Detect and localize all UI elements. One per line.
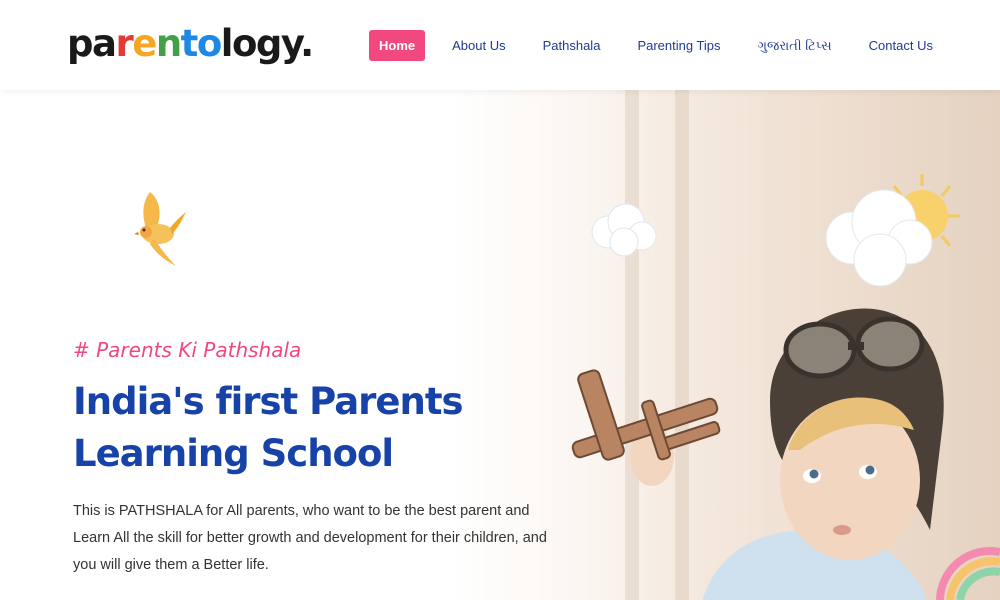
cloud-illustration	[591, 203, 657, 257]
hero-headline: India's first Parents Learning School	[73, 376, 543, 480]
headline-line: India's first Parents	[73, 380, 464, 423]
hero-section: # Parents Ki Pathshala India's first Par…	[0, 90, 1000, 600]
nav-item-contact-us[interactable]: Contact Us	[859, 30, 943, 61]
site-header: parentology. Home About Us Pathshala Par…	[0, 0, 1000, 90]
logo-part: logy.	[220, 22, 314, 65]
rainbow-illustration	[936, 547, 1000, 600]
logo-part: to	[180, 22, 223, 65]
hero-hashtag: # Parents Ki Pathshala	[73, 338, 302, 362]
headline-line: Learning School	[73, 432, 394, 475]
child-aviator-illustration	[571, 308, 944, 600]
bird-illustration	[134, 192, 186, 266]
logo-part: e	[132, 22, 157, 65]
main-nav: Home About Us Pathshala Parenting Tips ગ…	[369, 30, 943, 61]
site-logo[interactable]: parentology.	[67, 22, 314, 66]
logo-part: r	[115, 22, 133, 65]
hero-description: This is PATHSHALA for All parents, who w…	[73, 503, 547, 573]
nav-item-parenting-tips[interactable]: Parenting Tips	[627, 30, 730, 61]
nav-item-pathshala[interactable]: Pathshala	[533, 30, 611, 61]
nav-item-about-us[interactable]: About Us	[442, 30, 515, 61]
nav-item-gujarati-tips[interactable]: ગુજરાતી ટિપ્સ	[748, 30, 842, 61]
logo-part: n	[155, 22, 182, 65]
cloud-illustration	[825, 189, 933, 287]
nav-item-home[interactable]: Home	[369, 30, 426, 61]
logo-part: pa	[67, 22, 117, 65]
